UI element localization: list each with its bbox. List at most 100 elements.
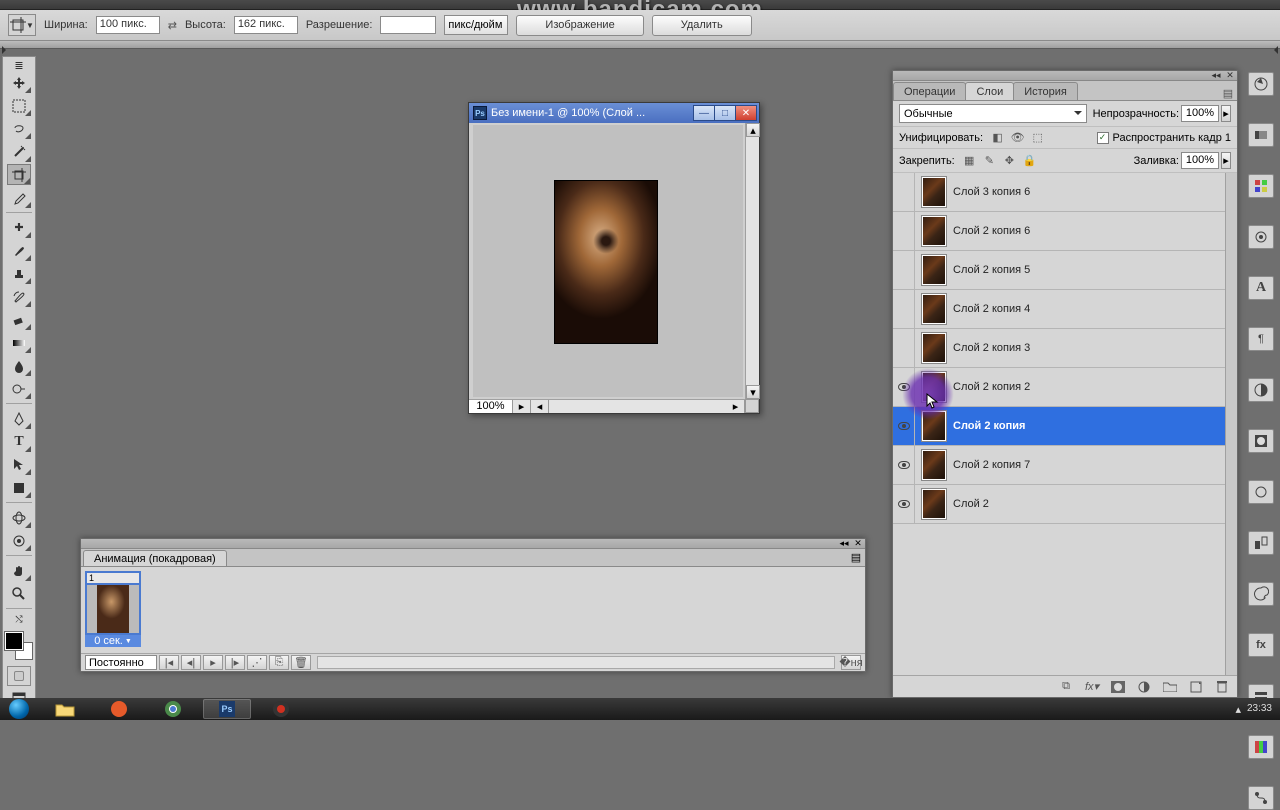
- layer-name[interactable]: Слой 2 копия 5: [953, 264, 1030, 276]
- layer-row[interactable]: Слой 2 копия 7: [893, 446, 1237, 485]
- crop-tool-indicator[interactable]: ▼: [8, 14, 36, 36]
- windows-taskbar[interactable]: Ps ▴ 23:33: [0, 698, 1280, 720]
- new-layer-icon[interactable]: [1187, 679, 1205, 695]
- lasso-tool[interactable]: [7, 118, 31, 139]
- horizontal-scrollbar[interactable]: 100% ▸ ◂ ▸: [469, 399, 745, 413]
- start-button[interactable]: [0, 698, 38, 720]
- link-layers-icon[interactable]: ⧉: [1057, 679, 1075, 695]
- palette-icon[interactable]: [1248, 582, 1274, 606]
- layer-thumbnail[interactable]: [921, 449, 947, 481]
- layer-visibility-toggle[interactable]: [893, 485, 915, 523]
- opacity-input[interactable]: 100%: [1181, 105, 1219, 122]
- tray-arrow-icon[interactable]: ▴: [1235, 703, 1241, 716]
- paragraph-icon[interactable]: ¶: [1248, 327, 1274, 351]
- layer-name[interactable]: Слой 2 копия 4: [953, 303, 1030, 315]
- scroll-down-icon[interactable]: ▾: [746, 385, 760, 399]
- healing-brush-tool[interactable]: ✚: [7, 217, 31, 238]
- expand-right-icon[interactable]: [1270, 46, 1278, 54]
- height-input[interactable]: 162 пикс.: [234, 16, 298, 34]
- expand-left-icon[interactable]: [2, 46, 10, 54]
- layer-row[interactable]: Слой 2 копия: [893, 407, 1237, 446]
- anim-scrollbar[interactable]: [317, 656, 835, 669]
- prev-frame-button[interactable]: ◂|: [181, 655, 201, 670]
- close-icon[interactable]: ✕: [1223, 71, 1237, 80]
- paths-icon[interactable]: [1248, 786, 1274, 810]
- new-group-icon[interactable]: [1161, 679, 1179, 695]
- vertical-scrollbar[interactable]: ▴ ▾: [745, 123, 759, 399]
- pen-tool[interactable]: [7, 408, 31, 429]
- front-image-button[interactable]: Изображение: [516, 15, 643, 36]
- crop-tool[interactable]: [7, 164, 31, 185]
- layer-thumbnail[interactable]: [921, 410, 947, 442]
- layer-thumbnail[interactable]: [921, 254, 947, 286]
- collapse-icon[interactable]: ◂◂: [1209, 71, 1223, 80]
- dodge-tool[interactable]: [7, 378, 31, 399]
- eraser-tool[interactable]: [7, 309, 31, 330]
- layers-list[interactable]: Слой 3 копия 6 Слой 2 копия 6 Слой 2 копия…: [893, 173, 1237, 675]
- next-frame-button[interactable]: |▸: [225, 655, 245, 670]
- delete-frame-button[interactable]: 🗑: [291, 655, 311, 670]
- layer-name[interactable]: Слой 3 копия 6: [953, 186, 1030, 198]
- duplicate-frame-button[interactable]: ⎘: [269, 655, 289, 670]
- adjustments-icon[interactable]: [1248, 378, 1274, 402]
- layer-visibility-toggle[interactable]: [893, 329, 915, 367]
- masks-icon[interactable]: [1248, 429, 1274, 453]
- blur-tool[interactable]: [7, 355, 31, 376]
- unify-style-icon[interactable]: ⬚: [1030, 130, 1045, 145]
- history-brush-tool[interactable]: [7, 286, 31, 307]
- menu-bar[interactable]: [0, 0, 1280, 10]
- shape-tool[interactable]: [7, 477, 31, 498]
- layer-row[interactable]: Слой 3 копия 6: [893, 173, 1237, 212]
- zoom-level-input[interactable]: 100%: [469, 400, 513, 413]
- document-canvas[interactable]: [473, 125, 743, 397]
- tab-actions[interactable]: Операции: [893, 82, 966, 100]
- layer-thumbnail[interactable]: [921, 332, 947, 364]
- channels-icon[interactable]: [1248, 735, 1274, 759]
- layer-row[interactable]: Слой 2: [893, 485, 1237, 524]
- layer-name[interactable]: Слой 2 копия: [953, 420, 1025, 432]
- doc-info-icon[interactable]: ▸: [513, 400, 531, 413]
- animation-frame[interactable]: 1 0 сек.▼: [85, 571, 141, 649]
- opacity-flyout-icon[interactable]: ▸: [1221, 105, 1231, 122]
- move-tool[interactable]: [7, 72, 31, 93]
- clone-source-icon[interactable]: [1248, 531, 1274, 555]
- layer-row[interactable]: Слой 2 копия 6: [893, 212, 1237, 251]
- scroll-left-icon[interactable]: ◂: [531, 400, 549, 413]
- layer-visibility-toggle[interactable]: [893, 212, 915, 250]
- layer-thumbnail[interactable]: [921, 176, 947, 208]
- quick-mask-toggle[interactable]: [7, 666, 31, 686]
- layer-thumbnail[interactable]: [921, 488, 947, 520]
- scrollbar[interactable]: [1225, 173, 1237, 675]
- unify-visibility-icon[interactable]: 👁: [1010, 130, 1025, 145]
- color-swatches[interactable]: [5, 632, 33, 660]
- document-titlebar[interactable]: Ps Без имени-1 @ 100% (Слой ... — □ ✕: [469, 103, 759, 123]
- frame-thumbnail[interactable]: [85, 583, 141, 635]
- layer-name[interactable]: Слой 2 копия 7: [953, 459, 1030, 471]
- layer-visibility-toggle[interactable]: [893, 446, 915, 484]
- width-input[interactable]: 100 пикс.: [96, 16, 160, 34]
- zoom-tool[interactable]: [7, 583, 31, 604]
- color-icon[interactable]: [1248, 123, 1274, 147]
- tool-presets-icon[interactable]: fx: [1248, 633, 1274, 657]
- layer-name[interactable]: Слой 2 копия 3: [953, 342, 1030, 354]
- navigator-icon[interactable]: [1248, 72, 1274, 96]
- brush-presets-icon[interactable]: [1248, 480, 1274, 504]
- frames-strip[interactable]: 1 0 сек.▼: [81, 567, 865, 653]
- swap-colors-icon[interactable]: ⤭: [7, 613, 31, 625]
- layer-name[interactable]: Слой 2 копия 6: [953, 225, 1030, 237]
- minimize-button[interactable]: —: [693, 105, 715, 121]
- fg-color[interactable]: [5, 632, 23, 650]
- clear-button[interactable]: Удалить: [652, 15, 752, 36]
- scroll-up-icon[interactable]: ▴: [746, 123, 760, 137]
- fill-input[interactable]: 100%: [1181, 152, 1219, 169]
- layer-row[interactable]: Слой 2 копия 4: [893, 290, 1237, 329]
- loop-combo[interactable]: Постоянно: [85, 655, 157, 670]
- resize-grip[interactable]: [745, 399, 759, 413]
- layer-mask-icon[interactable]: [1109, 679, 1127, 695]
- frame-delay-dropdown[interactable]: 0 сек.▼: [85, 635, 141, 647]
- swatches-icon[interactable]: [1248, 174, 1274, 198]
- layer-thumbnail[interactable]: [921, 293, 947, 325]
- character-icon[interactable]: A: [1248, 276, 1274, 300]
- maximize-button[interactable]: □: [714, 105, 736, 121]
- handle-icon[interactable]: ≣: [7, 60, 31, 70]
